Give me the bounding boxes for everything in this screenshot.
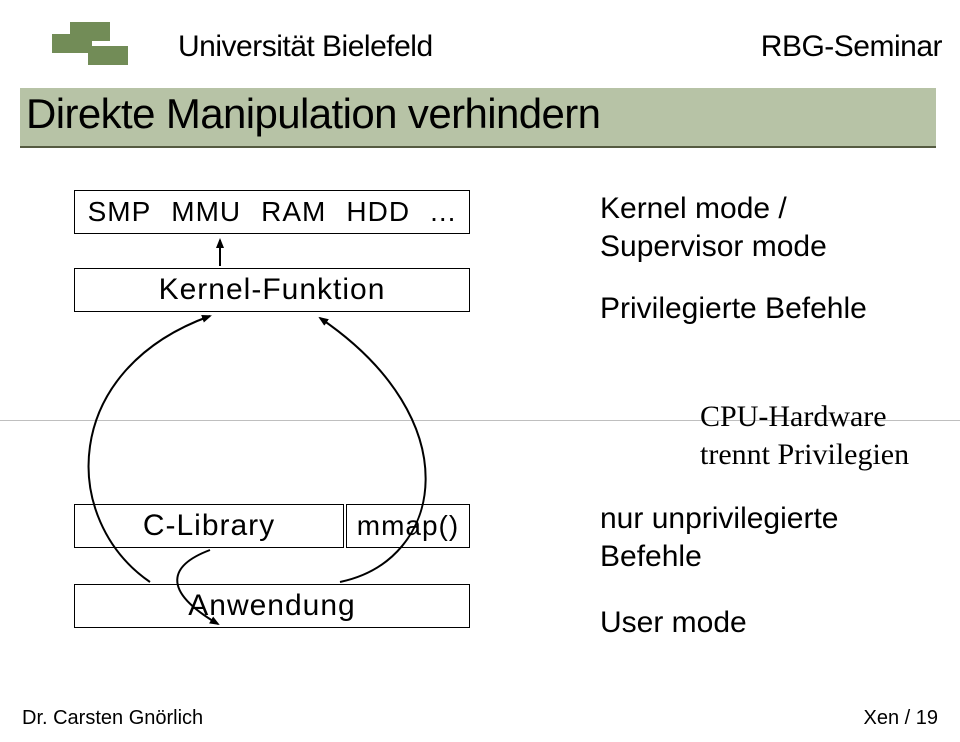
page-title: Direkte Manipulation verhindern <box>26 88 942 140</box>
unprivileged-commands-annotation: nur unprivilegierte Befehle <box>600 500 838 576</box>
hardware-row-box: SMP MMU RAM HDD ... <box>74 190 470 234</box>
hw-item: SMP <box>88 196 152 228</box>
slide-page: Universität Bielefeld RBG-Seminar Direkt… <box>0 0 960 742</box>
cpu-hw-line1: CPU-Hardware <box>700 398 909 436</box>
hw-item: ... <box>430 196 456 228</box>
user-mode-annotation: User mode <box>600 604 747 642</box>
header-institution: Universität Bielefeld <box>178 30 433 64</box>
cpu-hardware-annotation: CPU-Hardware trennt Privilegien <box>700 398 909 474</box>
c-library-label: C-Library <box>143 509 275 543</box>
kernel-mode-line1: Kernel mode / <box>600 190 827 228</box>
application-box: Anwendung <box>74 584 470 628</box>
hw-item: MMU <box>171 196 241 228</box>
footer-author: Dr. Carsten Gnörlich <box>22 707 203 730</box>
hw-item: RAM <box>261 196 326 228</box>
kernel-function-box: Kernel-Funktion <box>74 268 470 312</box>
hw-item: HDD <box>346 196 410 228</box>
cpu-hw-line2: trennt Privilegien <box>700 436 909 474</box>
c-library-box: C-Library <box>74 504 344 548</box>
kernel-mode-annotation: Kernel mode / Supervisor mode <box>600 190 827 266</box>
kernel-function-label: Kernel-Funktion <box>159 273 386 307</box>
kernel-mode-line2: Supervisor mode <box>600 228 827 266</box>
mmap-box: mmap() <box>346 504 470 548</box>
logo <box>52 22 132 70</box>
footer-page-number: Xen / 19 <box>863 707 938 730</box>
header-seminar: RBG-Seminar <box>761 30 942 64</box>
application-label: Anwendung <box>188 589 355 623</box>
privileged-commands-annotation: Privilegierte Befehle <box>600 290 867 328</box>
mmap-label: mmap() <box>357 510 459 542</box>
unpriv-line1: nur unprivilegierte <box>600 500 838 538</box>
unpriv-line2: Befehle <box>600 538 838 576</box>
